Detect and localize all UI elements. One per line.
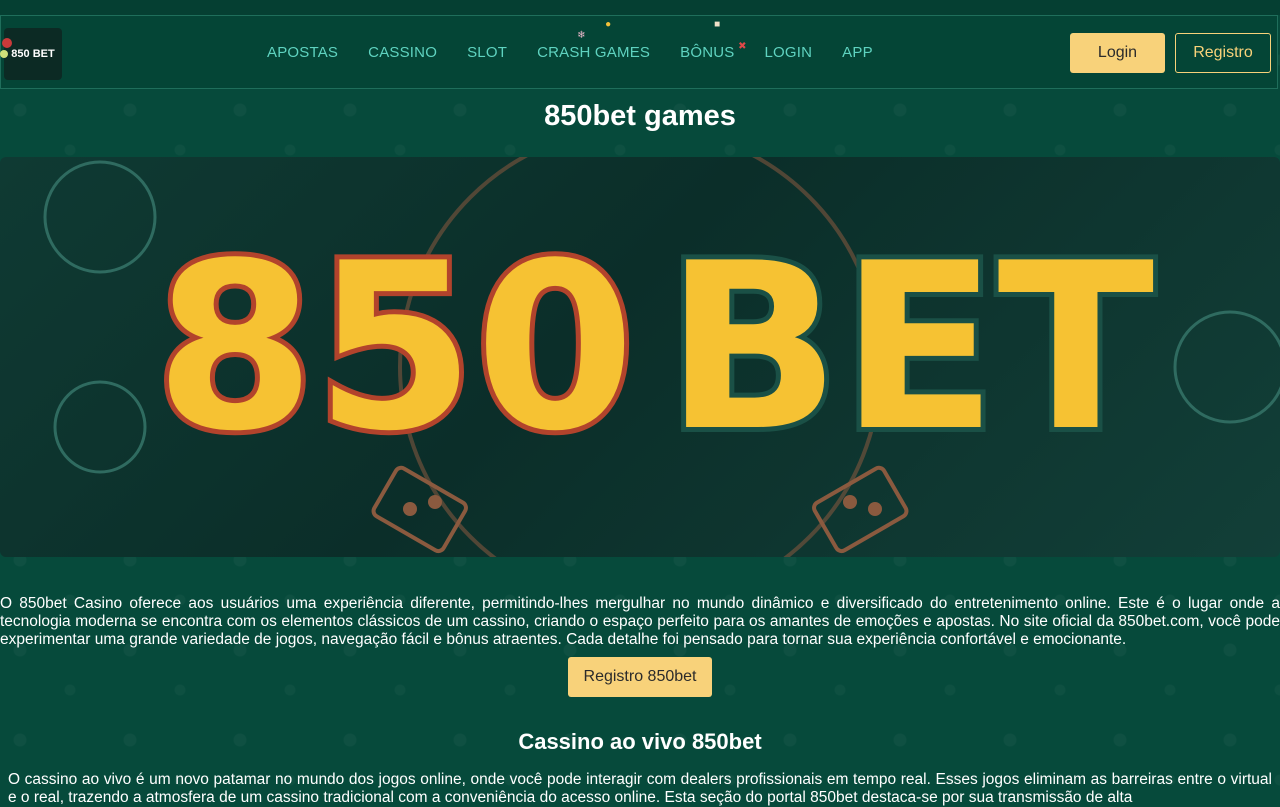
hero-banner: 850 BET <box>0 157 1280 557</box>
login-button[interactable]: Login <box>1070 33 1165 73</box>
nav-crash-games-label: CRASH GAMES <box>537 44 651 61</box>
nav-crash-games[interactable]: CRASH GAMES ❄ ● <box>537 19 651 61</box>
nav-bonus-label: BÔNUS <box>680 44 735 61</box>
site-header: 850 BET APOSTAS CASSINO SLOT CRASH GAMES… <box>0 15 1278 89</box>
nav-bonus[interactable]: BÔNUS ■ ✖ <box>680 19 746 61</box>
banner-artwork: 850 BET <box>43 157 1280 557</box>
ornament-icon <box>0 50 8 58</box>
gift-icon: ■ <box>714 19 721 30</box>
dice-pip <box>843 495 857 509</box>
banner-logo-bet: BET <box>665 215 1154 482</box>
banner-logo-850: 850 <box>155 215 635 482</box>
nav-slot[interactable]: SLOT <box>467 44 507 61</box>
main-nav: APOSTAS CASSINO SLOT CRASH GAMES ❄ ● BÔNUS… <box>267 19 903 61</box>
dice-pip <box>403 502 417 516</box>
register-850bet-button[interactable]: Registro 850bet <box>568 657 712 697</box>
site-logo[interactable]: 850 BET <box>0 28 62 80</box>
live-casino-paragraph: O cassino ao vivo é um novo patamar no m… <box>8 771 1272 806</box>
intro-paragraph: O 850bet Casino oferece aos usuários uma… <box>0 595 1280 648</box>
bow-icon: ✖ <box>738 41 747 52</box>
ring-outline-icon <box>53 380 147 474</box>
snowflake-icon: ❄ <box>577 30 586 41</box>
nav-cassino[interactable]: CASSINO <box>368 44 437 61</box>
nav-apostas[interactable]: APOSTAS <box>267 44 338 61</box>
dice-pip <box>868 502 882 516</box>
section-title-live-casino: Cassino ao vivo 850bet <box>518 729 762 754</box>
dice-pip <box>428 495 442 509</box>
ring-outline-icon <box>1173 310 1280 424</box>
register-button[interactable]: Registro <box>1175 33 1271 73</box>
nav-login[interactable]: LOGIN <box>764 44 812 61</box>
page-title: 850bet games <box>544 100 736 132</box>
ring-outline-icon <box>43 160 157 274</box>
logo-text: 850 BET <box>11 48 55 60</box>
nav-app[interactable]: APP <box>842 44 873 61</box>
ornament-icon <box>2 38 12 48</box>
bauble-icon: ● <box>605 19 612 30</box>
top-strip <box>0 0 1280 15</box>
